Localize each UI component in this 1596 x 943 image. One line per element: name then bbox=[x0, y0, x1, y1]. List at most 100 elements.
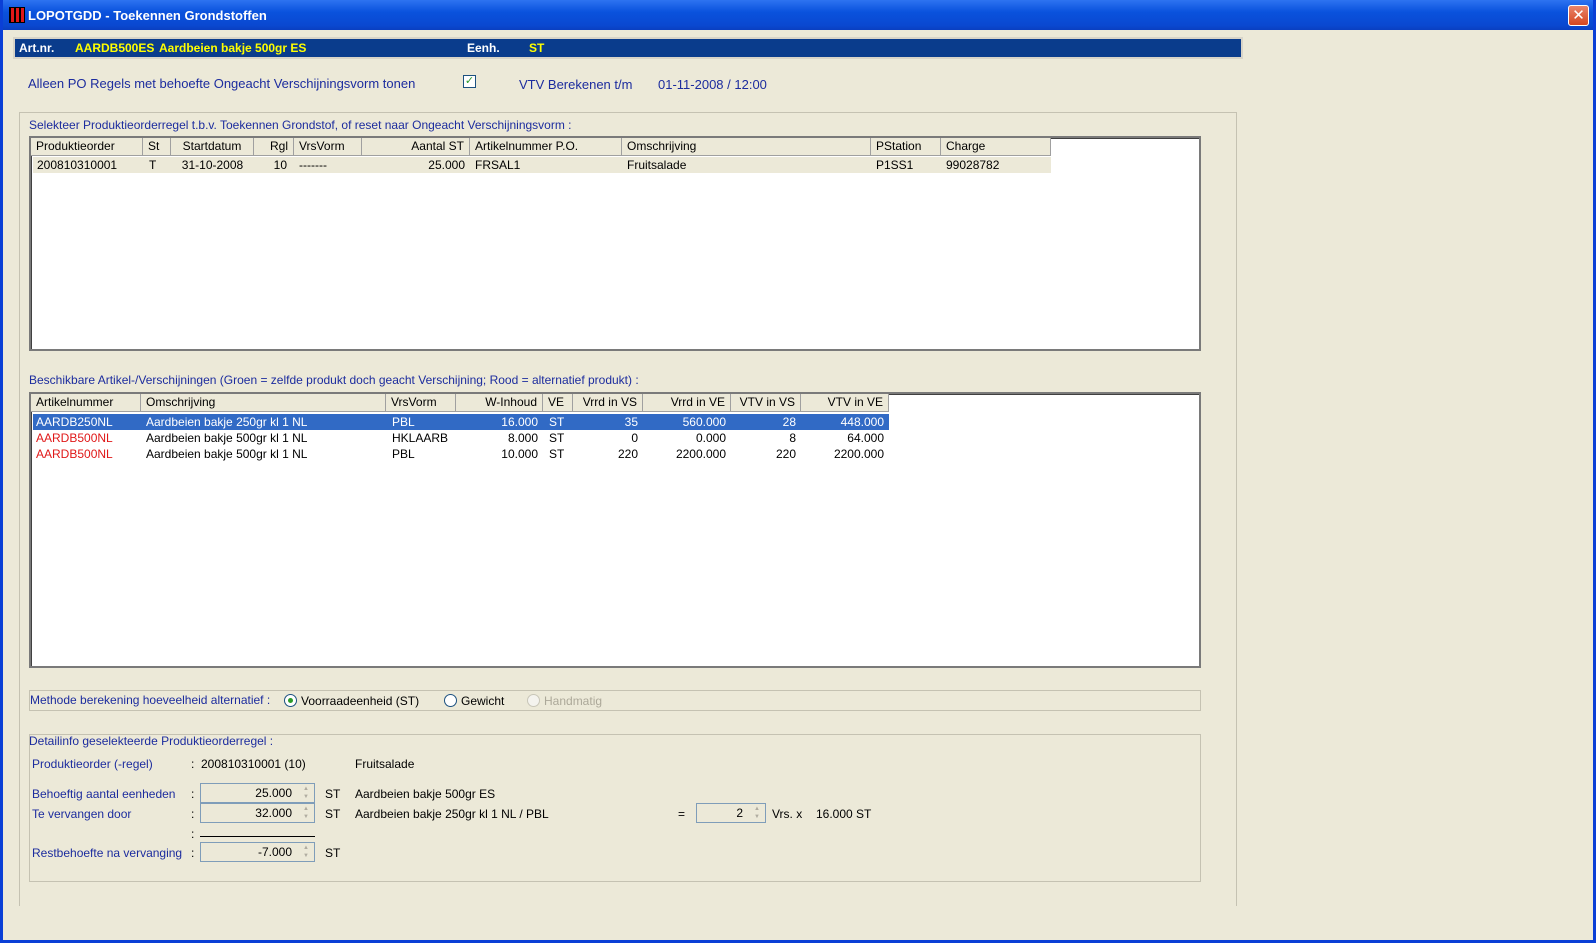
radio-voorraadeenheid[interactable] bbox=[284, 694, 297, 707]
rest-quantity-stepper[interactable]: -7.000 ▲ ▼ bbox=[200, 842, 315, 862]
cell-vtv-in-ve: 2200.000 bbox=[833, 447, 884, 461]
art-section-caption: Beschikbare Artikel-/Verschijningen (Gro… bbox=[29, 373, 639, 387]
need-quantity-value: 25.000 bbox=[255, 786, 292, 800]
replace-colon: : bbox=[191, 807, 195, 821]
cell-ve: ST bbox=[549, 431, 565, 445]
replace-quantity-stepper[interactable]: 32.000 ▲ ▼ bbox=[200, 803, 315, 823]
cell-w-inhoud: 16.000 bbox=[501, 415, 538, 429]
article-header: Art.nr. AARDB500ES Aardbeien bakje 500gr… bbox=[13, 37, 1243, 59]
po-description: Fruitsalade bbox=[355, 757, 415, 771]
col-vrrd-in-vs[interactable]: Vrrd in VS bbox=[573, 394, 643, 412]
rest-label: Restbehoefte na vervanging bbox=[32, 846, 183, 860]
cell-st: T bbox=[149, 158, 157, 172]
col-produktieorder[interactable]: Produktieorder bbox=[31, 138, 143, 156]
method-group: Methode berekening hoeveelheid alternati… bbox=[29, 690, 1201, 711]
spin-arrows-icon[interactable]: ▲ ▼ bbox=[299, 805, 313, 821]
cell-vrrd-in-vs: 220 bbox=[617, 447, 638, 461]
main-window: LOPOTGDD - Toekennen Grondstoffen ✕ Art.… bbox=[0, 0, 1596, 943]
po-section-caption: Selekteer Produktieorderregel t.b.v. Toe… bbox=[29, 118, 572, 132]
cell-ve: ST bbox=[549, 447, 565, 461]
col-rgl[interactable]: Rgl bbox=[254, 138, 294, 156]
cell-vrsvorm: PBL bbox=[392, 447, 415, 461]
need-label: Behoeftig aantal eenheden bbox=[32, 787, 176, 801]
col-vrsvorm[interactable]: VrsVorm bbox=[294, 138, 362, 156]
sum-divider bbox=[200, 836, 315, 837]
spin-arrows-icon[interactable]: ▲ ▼ bbox=[299, 844, 313, 860]
title-bar[interactable]: LOPOTGDD - Toekennen Grondstoffen ✕ bbox=[3, 0, 1593, 30]
col-pstation[interactable]: PStation bbox=[871, 138, 941, 156]
cell-rgl: 10 bbox=[273, 158, 287, 172]
cell-ve: ST bbox=[549, 415, 565, 429]
vrs-label: Vrs. x bbox=[772, 807, 803, 821]
col-vtv-in-ve[interactable]: VTV in VE bbox=[801, 394, 889, 412]
cell-artikelnummer-po: FRSAL1 bbox=[475, 158, 521, 172]
col-w-inhoud[interactable]: W-Inhoud bbox=[456, 394, 543, 412]
spin-arrows-icon[interactable]: ▲ ▼ bbox=[750, 805, 764, 821]
po-list[interactable]: Produktieorder St Startdatum Rgl VrsVorm… bbox=[29, 136, 1201, 351]
col-vrrd-in-ve[interactable]: Vrrd in VE bbox=[643, 394, 731, 412]
po-label: Produktieorder (-regel) bbox=[32, 757, 153, 771]
cell-w-inhoud: 8.000 bbox=[507, 431, 538, 445]
cell-vtv-in-ve: 448.000 bbox=[840, 415, 884, 429]
vrs-quantity-per: 16.000 ST bbox=[816, 807, 872, 821]
cell-omschrijving: Aardbeien bakje 500gr kl 1 NL bbox=[146, 431, 308, 445]
col-vrsvorm[interactable]: VrsVorm bbox=[386, 394, 456, 412]
col-startdatum[interactable]: Startdatum bbox=[171, 138, 254, 156]
cell-vrrd-in-vs: 35 bbox=[624, 415, 638, 429]
radio-voorraadeenheid-label: Voorraadeenheid (ST) bbox=[301, 694, 420, 708]
cell-w-inhoud: 10.000 bbox=[501, 447, 538, 461]
vrs-quantity-stepper[interactable]: 2 ▲ ▼ bbox=[696, 803, 766, 823]
close-button[interactable]: ✕ bbox=[1568, 5, 1589, 26]
radio-gewicht-label: Gewicht bbox=[461, 694, 505, 708]
cell-charge: 99028782 bbox=[946, 158, 1000, 172]
unit-value: ST bbox=[529, 41, 545, 55]
article-list[interactable]: Artikelnummer Omschrijving VrsVorm W-Inh… bbox=[29, 392, 1201, 668]
spin-arrows-icon[interactable]: ▲ ▼ bbox=[299, 785, 313, 801]
cell-aantal-st: 25.000 bbox=[428, 158, 465, 172]
cell-artikelnummer: AARDB500NL bbox=[36, 447, 113, 461]
col-ve[interactable]: VE bbox=[543, 394, 573, 412]
cell-vrrd-in-vs: 0 bbox=[631, 431, 638, 445]
article-description: Aardbeien bakje 500gr ES bbox=[159, 41, 307, 55]
need-quantity-stepper[interactable]: 25.000 ▲ ▼ bbox=[200, 783, 315, 803]
replace-description: Aardbeien bakje 250gr kl 1 NL / PBL bbox=[355, 807, 549, 821]
po-table-row[interactable]: 200810310001 T 31-10-2008 10 ------- 25.… bbox=[33, 157, 1051, 173]
cell-vtv-in-ve: 64.000 bbox=[847, 431, 884, 445]
cell-vrsvorm: HKLAARB bbox=[392, 431, 449, 445]
cell-vrrd-in-ve: 0.000 bbox=[695, 431, 726, 445]
radio-handmatig bbox=[527, 694, 540, 707]
detail-caption: Detailinfo geselekteerde Produktieorderr… bbox=[29, 734, 274, 748]
need-description: Aardbeien bakje 500gr ES bbox=[355, 787, 496, 801]
unit-label: Eenh. bbox=[467, 41, 500, 55]
rest-unit: ST bbox=[325, 846, 341, 860]
filter-checkbox[interactable]: ✓ bbox=[463, 75, 476, 88]
replace-unit: ST bbox=[325, 807, 341, 821]
article-table-row[interactable]: AARDB250NL Aardbeien bakje 250gr kl 1 NL… bbox=[33, 414, 889, 430]
cell-omschrijving: Aardbeien bakje 250gr kl 1 NL bbox=[146, 415, 308, 429]
cell-vtv-in-vs: 220 bbox=[775, 447, 796, 461]
vrs-quantity-value: 2 bbox=[736, 806, 743, 820]
col-omschrijving[interactable]: Omschrijving bbox=[622, 138, 871, 156]
article-table-row[interactable]: AARDB500NL Aardbeien bakje 500gr kl 1 NL… bbox=[33, 446, 889, 462]
window-title: LOPOTGDD - Toekennen Grondstoffen bbox=[28, 8, 267, 23]
col-artikelnummer-po[interactable]: Artikelnummer P.O. bbox=[470, 138, 622, 156]
need-unit: ST bbox=[325, 787, 341, 801]
equals-sign: = bbox=[678, 807, 686, 821]
cell-artikelnummer: AARDB250NL bbox=[36, 415, 113, 429]
radio-gewicht[interactable] bbox=[444, 694, 457, 707]
col-omschrijving[interactable]: Omschrijving bbox=[141, 394, 386, 412]
cell-startdatum: 31-10-2008 bbox=[181, 158, 244, 172]
cell-artikelnummer: AARDB500NL bbox=[36, 431, 113, 445]
cell-produktieorder: 200810310001 bbox=[37, 158, 118, 172]
col-st[interactable]: St bbox=[143, 138, 171, 156]
app-icon bbox=[9, 7, 25, 23]
col-charge[interactable]: Charge bbox=[941, 138, 1051, 156]
rest-colon: : bbox=[191, 846, 195, 860]
col-artikelnummer[interactable]: Artikelnummer bbox=[31, 394, 141, 412]
col-vtv-in-vs[interactable]: VTV in VS bbox=[731, 394, 801, 412]
artnr-label: Art.nr. bbox=[19, 41, 55, 55]
article-table-row[interactable]: AARDB500NL Aardbeien bakje 500gr kl 1 NL… bbox=[33, 430, 889, 446]
col-aantal-st[interactable]: Aantal ST bbox=[362, 138, 470, 156]
need-colon: : bbox=[191, 787, 195, 801]
po-colon: : bbox=[191, 757, 195, 771]
